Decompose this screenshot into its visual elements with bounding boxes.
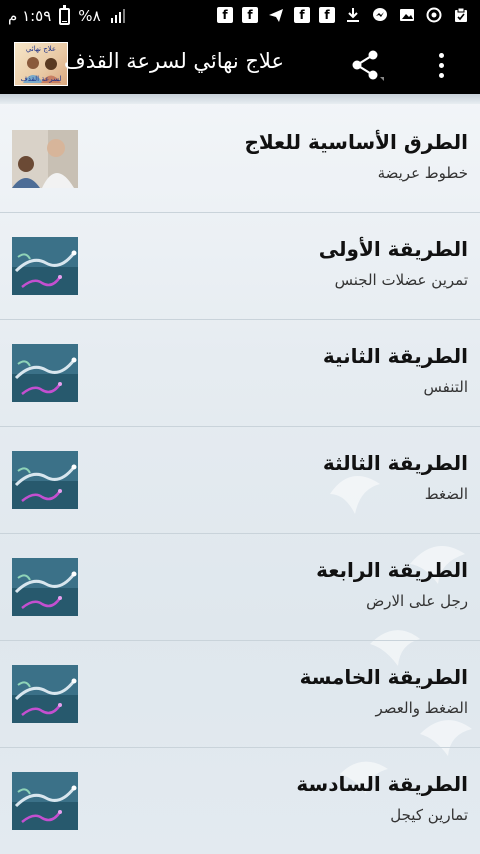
overflow-menu-button[interactable] xyxy=(428,48,454,82)
sperm-graphic xyxy=(12,665,78,723)
sperm-graphic xyxy=(12,344,78,402)
app-title: علاج نهائي لسرعة القذف xyxy=(63,49,284,73)
item-title: الطرق الأساسية للعلاج xyxy=(244,130,468,154)
overflow-dot xyxy=(438,72,444,78)
list-item-7[interactable]: الطريقة السادسة تمارين كيجل xyxy=(0,748,480,854)
item-thumbnail xyxy=(12,130,78,188)
item-subtitle: تمرين عضلات الجنس xyxy=(334,271,468,289)
item-text: الطريقة الرابعة رجل على الارض xyxy=(316,558,468,610)
doctor-photo xyxy=(12,130,78,188)
item-text: الطرق الأساسية للعلاج خطوط عريضة xyxy=(244,130,468,182)
list-item-1[interactable]: الطرق الأساسية للعلاج خطوط عريضة xyxy=(0,106,480,213)
notification-icons: f f f f xyxy=(217,6,470,24)
list-item-6[interactable]: الطريقة الخامسة الضغط والعصر xyxy=(0,641,480,748)
sperm-graphic xyxy=(12,237,78,295)
logo-text-bottom: لسرعة القذف xyxy=(20,75,62,83)
item-title: الطريقة الثانية xyxy=(322,344,468,368)
item-thumbnail xyxy=(12,237,78,295)
item-subtitle: تمارين كيجل xyxy=(390,806,468,824)
circle-icon xyxy=(425,6,443,24)
list-item-2[interactable]: الطريقة الأولى تمرين عضلات الجنس xyxy=(0,213,480,320)
item-title: الطريقة الرابعة xyxy=(316,558,468,582)
item-subtitle: الضغط والعصر xyxy=(375,699,469,717)
item-thumbnail xyxy=(12,665,78,723)
item-thumbnail xyxy=(12,451,78,509)
facebook-icon: f xyxy=(319,7,335,23)
item-text: الطريقة الثالثة الضغط xyxy=(323,451,468,503)
item-title: الطريقة الخامسة xyxy=(299,665,468,689)
download-icon xyxy=(344,6,362,24)
sperm-graphic xyxy=(12,558,78,616)
app-logo: علاج نهائي لسرعة القذف xyxy=(14,42,68,86)
facebook-icon: f xyxy=(242,7,258,23)
app-bar: علاج نهائي لسرعة القذف علاج نهائي لسرعة … xyxy=(0,34,480,94)
methods-list: الطرق الأساسية للعلاج خطوط عريضة الطريقة… xyxy=(0,106,480,854)
list-item-5[interactable]: الطريقة الرابعة رجل على الارض xyxy=(0,534,480,641)
item-title: الطريقة السادسة xyxy=(296,772,468,796)
item-text: الطريقة الأولى تمرين عضلات الجنس xyxy=(319,237,468,289)
sperm-graphic xyxy=(12,451,78,509)
item-subtitle: رجل على الارض xyxy=(366,592,468,610)
list-item-4[interactable]: الطريقة الثالثة الضغط xyxy=(0,427,480,534)
item-text: الطريقة السادسة تمارين كيجل xyxy=(296,772,468,824)
clock: ١:٥٩ م xyxy=(8,7,52,25)
list-item-3[interactable]: الطريقة الثانية التنفس xyxy=(0,320,480,427)
clipboard-icon xyxy=(452,6,470,24)
battery-icon xyxy=(59,4,71,25)
facebook-icon: f xyxy=(294,7,310,23)
messenger-icon xyxy=(371,6,389,24)
sperm-graphic xyxy=(12,772,78,830)
item-title: الطريقة الأولى xyxy=(318,237,468,261)
image-icon xyxy=(398,6,416,24)
item-thumbnail xyxy=(12,344,78,402)
telegram-icon xyxy=(267,6,285,24)
status-bar: ١:٥٩ م %٨ f f f f xyxy=(0,0,480,34)
item-title: الطريقة الثالثة xyxy=(322,451,468,475)
item-subtitle: التنفس xyxy=(423,378,468,396)
item-text: الطريقة الخامسة الضغط والعصر xyxy=(300,665,468,717)
item-thumbnail xyxy=(12,772,78,830)
share-icon xyxy=(352,50,384,81)
item-subtitle: الضغط xyxy=(424,485,468,503)
item-subtitle: خطوط عريضة xyxy=(377,164,468,182)
content-area[interactable]: الطرق الأساسية للعلاج خطوط عريضة الطريقة… xyxy=(0,94,480,854)
item-text: الطريقة الثانية التنفس xyxy=(323,344,468,396)
battery-percent: %٨ xyxy=(78,7,101,25)
overflow-dot xyxy=(438,62,444,68)
signal-icon xyxy=(109,7,127,25)
overflow-dot xyxy=(438,52,444,58)
top-shadow xyxy=(0,94,480,104)
share-button[interactable] xyxy=(348,48,384,82)
item-thumbnail xyxy=(12,558,78,616)
battery-level xyxy=(62,20,68,22)
facebook-icon: f xyxy=(217,7,233,23)
status-left-group: ١:٥٩ م %٨ xyxy=(8,4,127,25)
